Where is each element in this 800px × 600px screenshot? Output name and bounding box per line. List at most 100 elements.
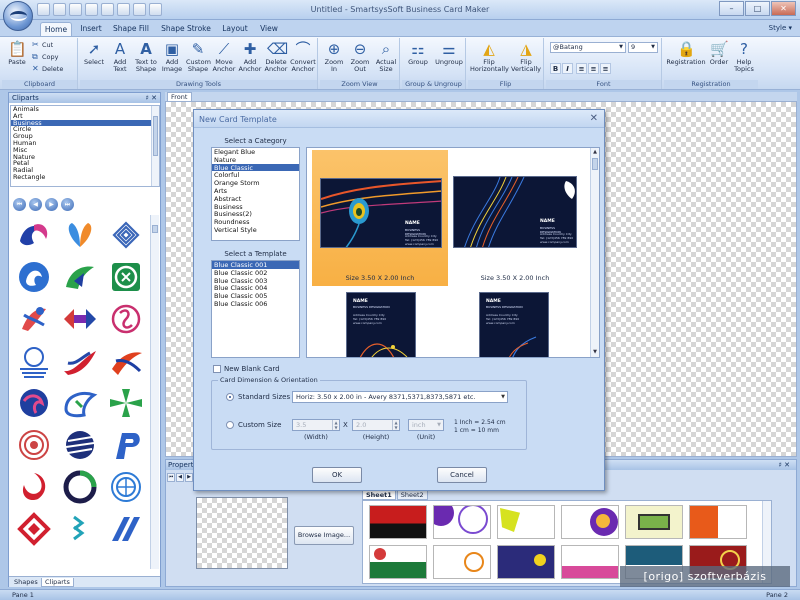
align-left-button[interactable]: ≡: [576, 63, 587, 74]
list-item[interactable]: Human: [11, 140, 159, 147]
list-item[interactable]: Circle: [11, 126, 159, 133]
list-item[interactable]: Orange Storm: [212, 179, 299, 187]
list-item[interactable]: Business(2): [212, 210, 299, 218]
scrollbar-thumb[interactable]: [153, 116, 158, 156]
last-page-icon[interactable]: ⏭: [61, 198, 74, 211]
list-item[interactable]: Business: [212, 203, 299, 211]
list-item[interactable]: Animals: [11, 106, 159, 113]
list-item[interactable]: Blue Classic 005: [212, 292, 299, 300]
clipart-globe-icon[interactable]: [14, 385, 54, 421]
order-button[interactable]: 🛒 Order: [708, 39, 730, 79]
clipart-red-swirl-icon[interactable]: [14, 469, 54, 505]
clipart-globe-stripes-icon[interactable]: [60, 427, 100, 463]
gallery-thumb[interactable]: [689, 505, 747, 539]
template-preview-4[interactable]: NAME BUSINESS DESIGNATION Address Countr…: [447, 288, 583, 357]
clipart-red-diamond-icon[interactable]: [14, 511, 54, 547]
align-center-button[interactable]: ≡: [588, 63, 599, 74]
scroll-up-icon[interactable]: ▲: [591, 148, 599, 157]
clipart-leaf-emblem-icon[interactable]: [60, 385, 100, 421]
list-item[interactable]: Blue Classic 001: [212, 261, 299, 269]
clipart-arrows-icon[interactable]: [60, 301, 100, 337]
clipart-scrollbar[interactable]: [150, 215, 159, 569]
font-size-select[interactable]: 9 ▼: [628, 42, 658, 53]
first-icon[interactable]: ⏮: [167, 473, 175, 482]
list-item[interactable]: Rectangle: [11, 174, 159, 181]
clipart-mandala-icon[interactable]: [14, 427, 54, 463]
gallery-thumb[interactable]: [561, 545, 619, 579]
gallery-thumb[interactable]: [433, 505, 491, 539]
maximize-button[interactable]: □: [745, 1, 770, 16]
gallery-thumb[interactable]: [369, 545, 427, 579]
gallery-thumb[interactable]: [497, 545, 555, 579]
scroll-down-icon[interactable]: ▼: [591, 348, 599, 357]
zoom-out-button[interactable]: ⊖ Zoom Out: [348, 39, 372, 79]
tab-shapes[interactable]: Shapes: [11, 578, 41, 587]
clipart-category-list[interactable]: Animals Art Business Circle Group Human …: [10, 105, 160, 187]
list-item[interactable]: Arts: [212, 187, 299, 195]
list-item[interactable]: Elegant Blue: [212, 148, 299, 156]
convert-anchor-button[interactable]: ⌒ Convert Anchor: [290, 39, 316, 79]
list-item[interactable]: Nature: [11, 153, 159, 161]
cut-button[interactable]: ✂ Cut: [32, 40, 53, 50]
custom-size-radio[interactable]: [226, 421, 234, 429]
gallery-thumb[interactable]: [369, 505, 427, 539]
list-item[interactable]: Blue Classic: [212, 163, 299, 171]
clipart-diamond-lines-icon[interactable]: [106, 217, 146, 253]
gallery-thumb[interactable]: [625, 505, 683, 539]
list-item[interactable]: Blue Classic 004: [212, 284, 299, 292]
close-button[interactable]: ✕: [771, 1, 796, 16]
add-anchor-button[interactable]: ✚ Add Anchor: [238, 39, 262, 79]
standard-size-select[interactable]: Horiz: 3.50 x 2.00 in - Avery 8371,5371,…: [292, 391, 508, 403]
actual-size-button[interactable]: ⌕ Actual Size: [374, 39, 398, 79]
scrollbar-thumb[interactable]: [152, 225, 158, 233]
italic-button[interactable]: I: [562, 63, 573, 74]
next-page-icon[interactable]: ▶: [45, 198, 58, 211]
panel-pin-icon[interactable]: ♯ ✕: [779, 460, 790, 470]
category-scrollbar[interactable]: [151, 106, 159, 186]
app-menu-button[interactable]: [3, 1, 33, 31]
clipart-dark-ring-icon[interactable]: [60, 469, 100, 505]
add-image-button[interactable]: ▣ Add Image: [160, 39, 184, 79]
copy-button[interactable]: ⧉ Copy: [32, 52, 59, 62]
list-item[interactable]: Business: [11, 119, 159, 127]
clipart-blue-ring-icon[interactable]: [106, 469, 146, 505]
prev-icon[interactable]: ◀: [176, 473, 184, 482]
list-item[interactable]: Roundness: [212, 218, 299, 226]
text-to-shape-button[interactable]: A Text to Shape: [134, 39, 158, 79]
tab-insert[interactable]: Insert: [76, 22, 106, 36]
delete-button[interactable]: ✕ Delete: [32, 64, 63, 74]
clipart-globe-lines-icon[interactable]: [14, 343, 54, 379]
template-preview-1[interactable]: NAME BUSINESS DESIGNATION Address Countr…: [312, 150, 448, 286]
bold-button[interactable]: B: [550, 63, 561, 74]
cancel-button[interactable]: Cancel: [437, 467, 487, 483]
gallery-thumb[interactable]: [433, 545, 491, 579]
browse-image-button[interactable]: Browse Image...: [294, 526, 354, 545]
registration-button[interactable]: 🔒 Registration: [666, 39, 706, 79]
tab-shape-stroke[interactable]: Shape Stroke: [160, 22, 212, 36]
tab-sheet2[interactable]: Sheet2: [396, 490, 428, 500]
list-item[interactable]: Blue Classic 003: [212, 277, 299, 285]
tab-front[interactable]: Front: [167, 92, 192, 101]
clipart-comet-icon[interactable]: [106, 343, 146, 379]
preview-scrollbar[interactable]: ▲ ▼: [590, 148, 599, 357]
paste-button[interactable]: 📋 Paste: [6, 39, 28, 79]
gallery-thumb[interactable]: [561, 505, 619, 539]
move-anchor-button[interactable]: ⟋ Move Anchor: [212, 39, 236, 79]
select-button[interactable]: ➚ Select: [82, 39, 106, 79]
style-menu[interactable]: Style ▾: [769, 24, 792, 32]
list-item[interactable]: Blue Classic 006: [212, 300, 299, 308]
prev-page-icon[interactable]: ◀: [29, 198, 42, 211]
ungroup-button[interactable]: ⚌ Ungroup: [434, 39, 464, 79]
clipart-flower-icon[interactable]: [106, 301, 146, 337]
list-item[interactable]: Vertical Style: [212, 226, 299, 234]
group-button[interactable]: ⚏ Group: [404, 39, 432, 79]
ok-button[interactable]: OK: [312, 467, 362, 483]
standard-sizes-radio[interactable]: [226, 393, 234, 401]
help-topics-button[interactable]: ? Help Topics: [732, 39, 756, 79]
tab-sheet1[interactable]: Sheet1: [362, 490, 396, 500]
template-preview-3[interactable]: NAME BUSINESS DESIGNATION Address Countr…: [312, 288, 448, 357]
panel-pin-icon[interactable]: ♯ ✕: [146, 93, 157, 103]
align-right-button[interactable]: ≡: [600, 63, 611, 74]
clipart-dancer-icon[interactable]: [14, 301, 54, 337]
clipart-chevrons-icon[interactable]: [60, 511, 100, 547]
